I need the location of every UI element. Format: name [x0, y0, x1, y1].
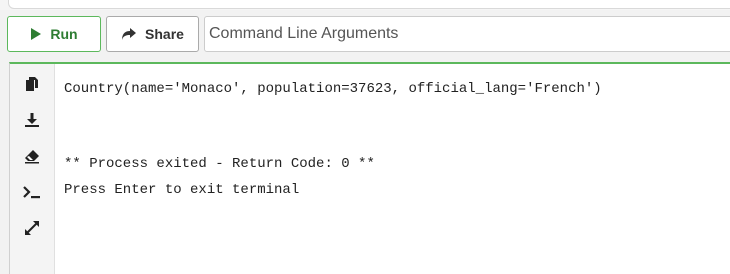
output-panel: Country(name='Monaco', population=37623,… [9, 62, 730, 274]
expand-icon[interactable] [20, 216, 44, 240]
share-button[interactable]: Share [106, 16, 199, 52]
top-strip [0, 0, 730, 10]
toolbar: Run Share [0, 14, 730, 56]
output-sidebar [10, 64, 55, 274]
terminal-exit-line: ** Process exited - Return Code: 0 ** [64, 156, 375, 172]
play-icon [30, 27, 42, 41]
terminal-output[interactable]: Country(name='Monaco', population=37623,… [64, 64, 730, 274]
run-button-label: Run [50, 26, 78, 42]
terminal-icon[interactable] [20, 180, 44, 204]
download-icon[interactable] [20, 108, 44, 132]
copy-icon[interactable] [20, 72, 44, 96]
share-icon [121, 27, 137, 41]
eraser-icon[interactable] [20, 144, 44, 168]
share-button-label: Share [145, 26, 184, 42]
terminal-output-line: Country(name='Monaco', population=37623,… [64, 81, 602, 97]
run-button[interactable]: Run [7, 16, 101, 52]
terminal-prompt-line: Press Enter to exit terminal [64, 182, 300, 198]
editor-bottom-edge [8, 0, 730, 9]
command-line-arguments-input[interactable] [204, 16, 730, 52]
